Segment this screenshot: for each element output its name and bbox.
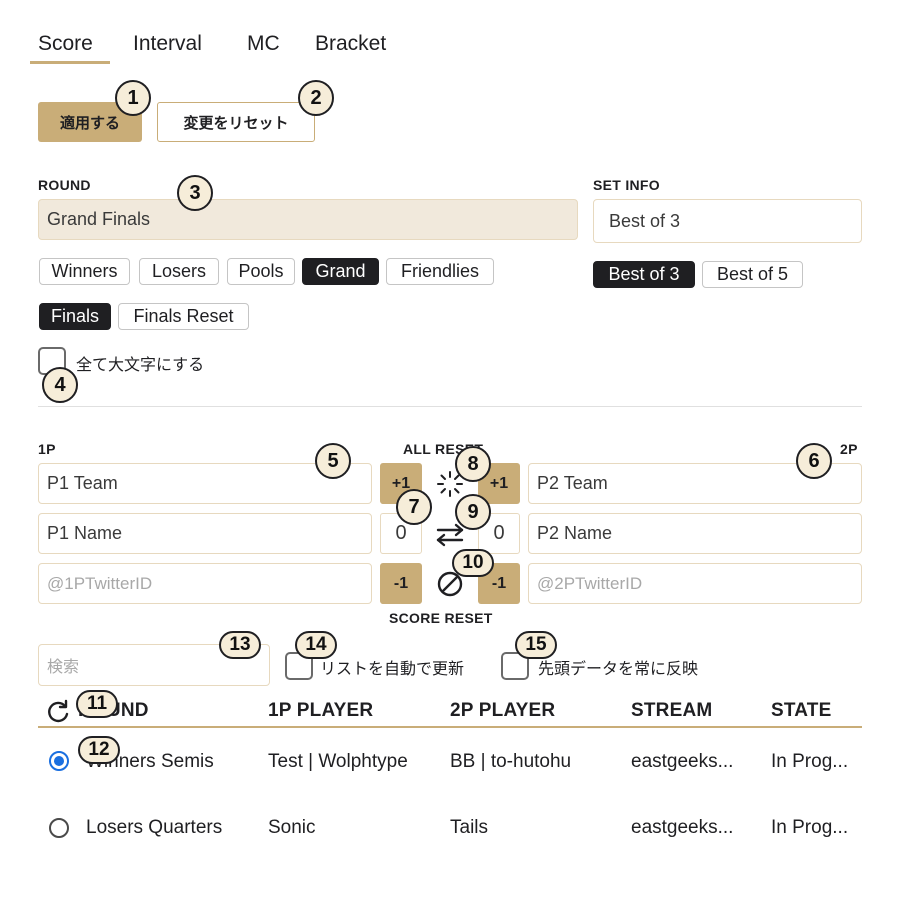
set-info-input[interactable]: Best of 3 xyxy=(593,199,862,243)
set-chip-bo3[interactable]: Best of 3 xyxy=(593,261,695,288)
annotation-badge: 14 xyxy=(295,631,337,659)
table-cell-p1[interactable]: Test | Wolphtype xyxy=(268,751,408,773)
th-state[interactable]: STATE xyxy=(771,700,831,722)
th-2p-player[interactable]: 2P PLAYER xyxy=(450,700,555,722)
annotation-badge: 9 xyxy=(455,494,491,530)
tab-mc[interactable]: MC xyxy=(247,32,280,56)
refresh-icon[interactable] xyxy=(44,698,72,726)
table-cell-stream[interactable]: eastgeeks... xyxy=(631,817,733,839)
table-cell-p2[interactable]: BB | to-hutohu xyxy=(450,751,571,773)
set-chip-bo5[interactable]: Best of 5 xyxy=(702,261,803,288)
annotation-badge: 3 xyxy=(177,175,213,211)
p1-name-input[interactable]: P1 Name xyxy=(38,513,372,554)
table-cell-stream[interactable]: eastgeeks... xyxy=(631,751,733,773)
auto-update-label: リストを自動で更新 xyxy=(320,659,465,678)
round-label: ROUND xyxy=(38,177,91,193)
p2-name-input[interactable]: P2 Name xyxy=(528,513,862,554)
round-chip-finals[interactable]: Finals xyxy=(39,303,111,330)
annotation-badge: 1 xyxy=(115,80,151,116)
set-info-label: SET INFO xyxy=(593,177,660,193)
annotation-badge: 6 xyxy=(796,443,832,479)
table-cell-p1[interactable]: Sonic xyxy=(268,817,316,839)
annotation-badge: 8 xyxy=(455,446,491,482)
round-chip-friendlies[interactable]: Friendlies xyxy=(386,258,494,285)
p1-twitter-input[interactable]: @1PTwitterID xyxy=(38,563,372,604)
annotation-badge: 15 xyxy=(515,631,557,659)
p2-twitter-input[interactable]: @2PTwitterID xyxy=(528,563,862,604)
annotation-badge: 13 xyxy=(219,631,261,659)
score-reset-button[interactable]: SCORE RESET xyxy=(389,610,493,626)
tab-bracket[interactable]: Bracket xyxy=(315,32,386,56)
round-chip-pools[interactable]: Pools xyxy=(227,258,295,285)
round-chip-losers[interactable]: Losers xyxy=(139,258,219,285)
annotation-badge: 2 xyxy=(298,80,334,116)
round-chip-finals-reset[interactable]: Finals Reset xyxy=(118,303,249,330)
reset-changes-button[interactable]: 変更をリセット xyxy=(157,102,315,142)
section-divider xyxy=(38,406,862,407)
tab-score[interactable]: Score xyxy=(38,32,93,56)
annotation-badge: 4 xyxy=(42,367,78,403)
row-select-radio[interactable] xyxy=(49,818,69,838)
tab-interval[interactable]: Interval xyxy=(133,32,202,56)
table-cell-state[interactable]: In Prog... xyxy=(771,751,848,773)
table-cell-state[interactable]: In Prog... xyxy=(771,817,848,839)
table-header-line xyxy=(38,726,862,728)
row-select-radio[interactable] xyxy=(49,751,69,771)
round-input[interactable]: Grand Finals xyxy=(38,199,578,240)
annotation-badge: 5 xyxy=(315,443,351,479)
table-cell-p2[interactable]: Tails xyxy=(450,817,488,839)
th-stream[interactable]: STREAM xyxy=(631,700,712,722)
apply-first-label: 先頭データを常に反映 xyxy=(538,659,699,678)
p1-label: 1P xyxy=(38,441,56,457)
p1-minus-button[interactable]: -1 xyxy=(380,563,422,604)
active-tab-indicator xyxy=(30,61,110,64)
round-chip-winners[interactable]: Winners xyxy=(39,258,130,285)
p2-label: 2P xyxy=(840,441,858,457)
annotation-badge: 10 xyxy=(452,549,494,577)
annotation-badge: 11 xyxy=(76,690,118,718)
table-cell-round[interactable]: Losers Quarters xyxy=(86,817,222,839)
annotation-badge: 12 xyxy=(78,736,120,764)
round-chip-grand[interactable]: Grand xyxy=(302,258,379,285)
th-1p-player[interactable]: 1P PLAYER xyxy=(268,700,373,722)
annotation-badge: 7 xyxy=(396,489,432,525)
uppercase-label: 全て大文字にする xyxy=(76,355,205,374)
